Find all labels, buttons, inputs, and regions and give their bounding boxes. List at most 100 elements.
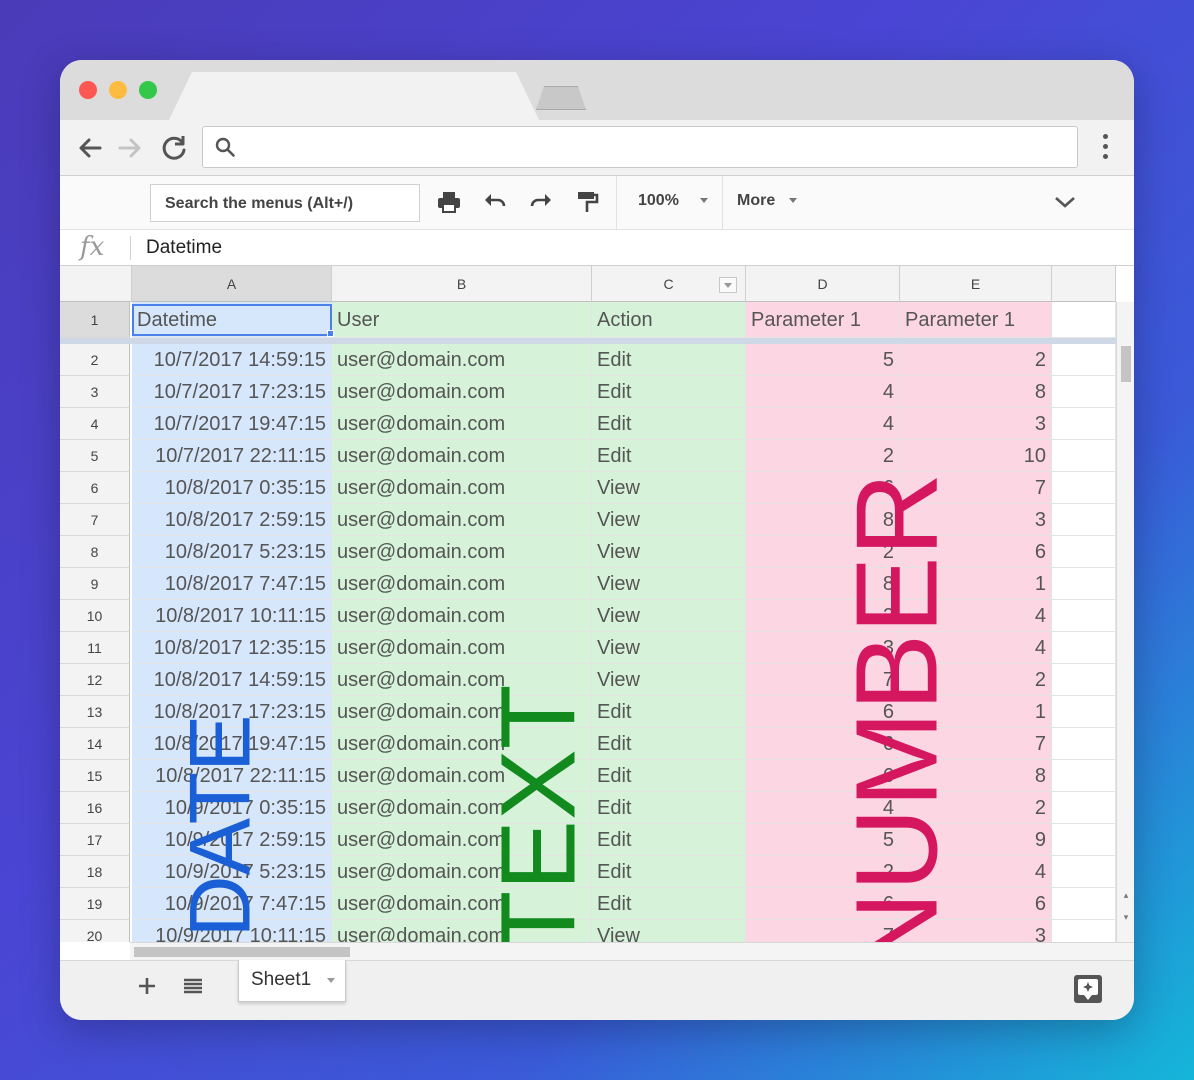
horizontal-scroll-thumb[interactable] [134,947,350,957]
row-header[interactable]: 5 [60,440,130,472]
cell-empty[interactable] [1052,760,1116,792]
browser-menu-icon[interactable] [1090,130,1120,164]
undo-icon[interactable] [480,188,510,218]
cell-p2[interactable]: 6 [900,536,1052,568]
cell-action[interactable]: Edit [592,888,746,920]
cell-user[interactable]: user@domain.com [332,632,592,664]
formula-input[interactable]: Datetime [146,237,222,259]
reload-icon[interactable] [158,132,190,164]
header-cell[interactable]: Parameter 1 [900,302,1052,338]
cell-p2[interactable]: 2 [900,664,1052,696]
cell-p1[interactable]: 2 [746,600,900,632]
cell-user[interactable]: user@domain.com [332,344,592,376]
row-header[interactable]: 3 [60,376,130,408]
cell-datetime[interactable]: 10/9/2017 7:47:15 [132,888,332,920]
cell-user[interactable]: user@domain.com [332,600,592,632]
cell-p2[interactable]: 4 [900,600,1052,632]
cell-action[interactable]: View [592,472,746,504]
row-header[interactable]: 16 [60,792,130,824]
cell-user[interactable]: user@domain.com [332,376,592,408]
cell-p2[interactable]: 4 [900,856,1052,888]
cell-action[interactable]: Edit [592,824,746,856]
row-header[interactable]: 19 [60,888,130,920]
cell-datetime[interactable]: 10/7/2017 22:11:15 [132,440,332,472]
browser-tab-active[interactable] [168,72,540,122]
cell-empty[interactable] [1052,792,1116,824]
row-header[interactable]: 17 [60,824,130,856]
cell-user[interactable]: user@domain.com [332,408,592,440]
zoom-caret-icon[interactable] [700,198,708,203]
close-window-button[interactable] [79,81,97,99]
row-header[interactable]: 20 [60,920,130,942]
new-tab-button[interactable] [536,86,586,110]
cell-empty[interactable] [1052,472,1116,504]
row-header[interactable]: 8 [60,536,130,568]
cell-user[interactable]: user@domain.com [332,536,592,568]
cell-empty[interactable] [1052,568,1116,600]
cell-p2[interactable]: 8 [900,376,1052,408]
cell-p2[interactable]: 1 [900,568,1052,600]
print-icon[interactable] [434,188,464,218]
cell-action[interactable]: View [592,632,746,664]
cell-p1[interactable]: 8 [746,568,900,600]
row-header[interactable]: 9 [60,568,130,600]
cell-p1[interactable]: 7 [746,664,900,696]
cell-datetime[interactable]: 10/8/2017 12:35:15 [132,632,332,664]
cell-empty[interactable] [1052,600,1116,632]
cell-user[interactable]: user@domain.com [332,888,592,920]
more-menu[interactable]: More [737,192,775,210]
cell-datetime[interactable]: 10/8/2017 22:11:15 [132,760,332,792]
cell-datetime[interactable]: 10/8/2017 5:23:15 [132,536,332,568]
cell-action[interactable]: Edit [592,344,746,376]
cell-p1[interactable]: 7 [746,920,900,942]
cell-action[interactable]: Edit [592,440,746,472]
cell-datetime[interactable]: 10/7/2017 19:47:15 [132,408,332,440]
cell-user[interactable]: user@domain.com [332,792,592,824]
fill-handle[interactable] [327,330,334,337]
cell-user[interactable]: user@domain.com [332,920,592,942]
cell-user[interactable]: user@domain.com [332,504,592,536]
select-all-corner[interactable] [60,266,132,302]
cell-action[interactable]: Edit [592,792,746,824]
row-header[interactable]: 7 [60,504,130,536]
cell-p2[interactable]: 3 [900,408,1052,440]
maximize-window-button[interactable] [139,81,157,99]
cell-empty[interactable] [1052,664,1116,696]
cell-empty[interactable] [1052,824,1116,856]
cell-user[interactable]: user@domain.com [332,568,592,600]
header-cell[interactable]: Parameter 1 [746,302,900,338]
scroll-down-icon[interactable]: ▾ [1117,908,1134,926]
zoom-select[interactable]: 100% [638,192,679,210]
more-caret-icon[interactable] [789,198,797,203]
row-header[interactable]: 10 [60,600,130,632]
cell-p1[interactable]: 5 [746,824,900,856]
cell-p2[interactable]: 6 [900,888,1052,920]
forward-arrow-icon[interactable] [114,132,146,164]
cell-action[interactable]: Edit [592,408,746,440]
back-arrow-icon[interactable] [74,132,106,164]
cell-p1[interactable]: 6 [746,728,900,760]
cell-empty[interactable] [1052,856,1116,888]
row-header[interactable]: 18 [60,856,130,888]
cell-p1[interactable]: 6 [746,888,900,920]
header-cell[interactable] [1052,302,1116,338]
cell-action[interactable]: View [592,568,746,600]
cell-datetime[interactable]: 10/9/2017 2:59:15 [132,824,332,856]
cell-empty[interactable] [1052,536,1116,568]
row-header[interactable]: 1 [60,302,130,338]
cell-datetime[interactable]: 10/8/2017 14:59:15 [132,664,332,696]
cell-action[interactable]: Edit [592,696,746,728]
paint-format-icon[interactable] [572,188,602,218]
col-d-header[interactable]: D [746,266,900,302]
cell-p2[interactable]: 3 [900,504,1052,536]
cell-p1[interactable]: 3 [746,632,900,664]
row-header[interactable]: 6 [60,472,130,504]
cell-p2[interactable]: 2 [900,792,1052,824]
cell-action[interactable]: View [592,504,746,536]
cell-action[interactable]: View [592,920,746,942]
cell-empty[interactable] [1052,696,1116,728]
cell-datetime[interactable]: 10/7/2017 14:59:15 [132,344,332,376]
vertical-scroll-thumb[interactable] [1121,346,1131,382]
cell-user[interactable]: user@domain.com [332,664,592,696]
cell-datetime[interactable]: 10/8/2017 17:23:15 [132,696,332,728]
